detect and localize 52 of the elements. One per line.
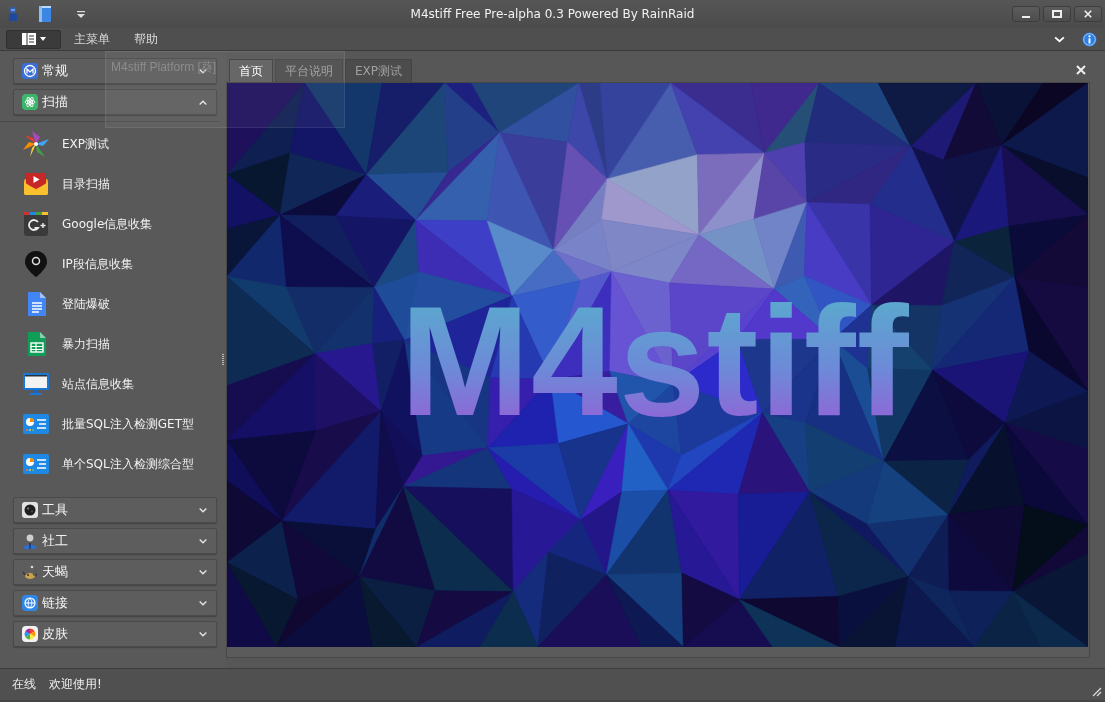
minimize-button[interactable] [1012,6,1040,22]
status-text: 在线 [12,676,36,693]
sidebar-item[interactable]: 批量SQL注入检测GET型 [0,404,200,444]
menu-item[interactable]: 帮助 [127,28,165,50]
section-header[interactable]: 工具 [13,497,217,523]
monitor-icon [22,370,50,398]
tab[interactable]: EXP测试 [345,59,413,82]
envelope-play-icon [22,170,50,198]
maximize-icon [1052,10,1062,18]
sidebar-item[interactable]: Google信息收集 [0,204,159,244]
person-icon [22,533,38,549]
pinwheel-icon [22,130,50,158]
panel-layout-icon [21,33,36,45]
scorpion-icon [22,564,38,580]
resize-grip-icon[interactable] [1090,685,1102,697]
dropdown-icon[interactable] [77,10,85,18]
sidebar-item[interactable]: 登陆爆破 [0,284,116,324]
ring-logo-icon [22,63,38,79]
info-icon[interactable] [1082,31,1097,47]
section-header[interactable]: 皮肤 [13,621,217,647]
dark-circle-icon [22,502,38,518]
close-icon [1083,10,1093,18]
atom-icon [22,94,38,110]
close-tab-button[interactable] [1074,63,1088,77]
globe-icon [22,595,38,611]
sidebar-item[interactable]: EXP测试 [0,124,116,164]
maximize-button[interactable] [1043,6,1071,22]
splitter-grip-icon[interactable] [221,354,224,365]
section-header[interactable]: 天蝎 [13,559,217,585]
sidebar-item[interactable]: 站点信息收集 [0,364,140,404]
section-header[interactable]: 扫描 [13,89,217,115]
menu-item[interactable]: 主菜单 [67,28,117,50]
g-plus-card-icon [22,210,50,238]
sidebar-item[interactable]: 暴力扫描 [0,324,116,364]
layout-menu-button[interactable] [6,29,61,49]
tab[interactable]: 首页 [229,59,273,82]
minimize-icon [1022,16,1030,18]
sidebar-item[interactable]: 目录扫描 [0,164,116,204]
color-wheel-icon [22,626,38,642]
sidebar-item[interactable]: IP段信息收集 [0,244,139,284]
book-icon[interactable] [39,6,51,22]
close-icon [1076,65,1086,75]
section-header[interactable]: 社工 [13,528,217,554]
status-text: 欢迎使用! [49,676,102,693]
chevron-down-icon[interactable] [1054,35,1065,43]
section-header[interactable]: 链接 [13,590,217,616]
map-pin-icon [22,250,50,278]
sidebar-item[interactable]: 单个SQL注入检测综合型 [0,444,200,484]
figure-icon[interactable] [8,6,18,22]
window-title: M4stiff Free Pre-alpha 0.3 Powered By RainRaid [410,7,695,21]
caret-icon [39,37,46,41]
close-button[interactable] [1074,6,1102,22]
